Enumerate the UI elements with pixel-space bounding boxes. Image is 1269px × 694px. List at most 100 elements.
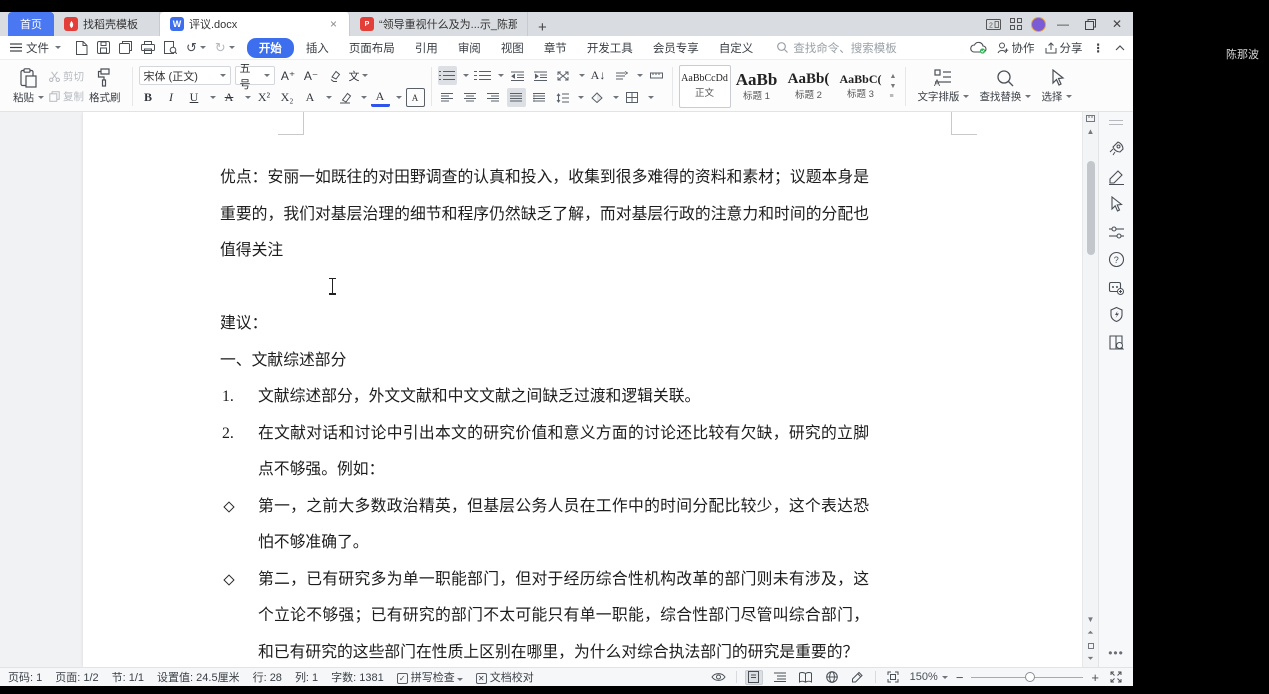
gallery-more-icon[interactable]: ≡ [890,93,897,100]
dictionary-lookup-icon[interactable] [1108,334,1125,351]
restore-button[interactable] [1080,15,1100,33]
status-item[interactable]: 页面: 1/2 [55,669,98,685]
text-layout-button[interactable]: A 文字排版 [912,64,974,109]
sidebar-drag-handle[interactable] [1109,120,1123,125]
collaborate-button[interactable]: 协作 [997,40,1035,56]
shrink-font-button[interactable]: A⁻ [302,66,321,85]
menu-item[interactable]: 开发工具 [579,38,641,58]
status-item[interactable]: 列: 1 [295,669,318,685]
more-menu-icon[interactable]: ⋮ [1093,41,1106,55]
paste-button[interactable]: 粘贴 [8,64,49,109]
tab-document-active[interactable]: W 评议.docx × [160,12,350,36]
scroll-up-icon[interactable]: ▲ [1083,125,1098,138]
text-direction-icon[interactable] [612,66,631,85]
clear-format-icon[interactable] [325,66,344,85]
strikethrough-button[interactable]: A [220,88,239,107]
tab-ruler-icon[interactable] [647,66,666,85]
gallery-up-icon[interactable]: ▲ [890,73,897,80]
style-heading2[interactable]: AaBb( 标题 2 [783,65,835,108]
document-text[interactable]: 优点：安丽一如既往的对田野调查的认真和投入，收集到很多难得的资料和素材；议题本身… [220,160,869,667]
new-tab-button[interactable]: + [528,19,557,36]
shading-icon[interactable] [588,88,607,107]
menu-item[interactable]: 会员专享 [645,38,707,58]
distribute-icon[interactable] [530,88,549,107]
undo-dropdown-icon[interactable] [199,46,206,49]
status-item[interactable]: 页码: 1 [8,669,42,685]
eye-protect-icon[interactable] [710,670,728,685]
vertical-scrollbar[interactable]: ▲ ▼ ⏶ ⏷ [1082,112,1098,667]
numbered-list-button[interactable] [473,66,492,85]
format-painter-button[interactable]: 格式刷 [84,64,126,109]
line-spacing-icon[interactable] [553,88,572,107]
page-view-icon[interactable] [744,669,763,685]
menu-item[interactable]: 视图 [493,38,532,58]
status-item[interactable]: 节: 1/1 [112,669,144,685]
sort-button[interactable]: A↓ [589,66,608,85]
bullet-list-button[interactable] [437,66,457,85]
collapse-ribbon-icon[interactable] [1115,44,1125,51]
close-window-button[interactable]: ✕ [1107,15,1127,33]
spell-check-toggle[interactable]: ✓ 拼写检查 [396,669,463,685]
tab-close-icon[interactable]: × [328,17,339,31]
italic-button[interactable]: I [162,88,181,107]
style-normal[interactable]: AaBbCcDd 正文 [678,65,731,108]
increase-indent-icon[interactable] [531,66,550,85]
status-item[interactable]: 字数: 1381 [331,669,384,685]
next-page-icon[interactable]: ⏷ [1083,652,1098,665]
stamp-badge-icon[interactable] [1108,306,1125,323]
output-icon[interactable] [119,41,132,54]
quick-tools-rocket-icon[interactable] [1108,140,1125,157]
fit-page-icon[interactable] [884,670,902,685]
user-avatar[interactable] [1031,16,1046,32]
redo-dropdown-icon[interactable] [228,46,235,49]
highlight-color-icon[interactable] [336,88,355,107]
find-replace-button[interactable]: 查找替换 [974,64,1036,109]
char-shading-button[interactable]: A [405,88,425,107]
ruler-toggle-icon[interactable] [1083,112,1098,125]
font-name-select[interactable]: 宋体 (正文) [138,66,231,85]
font-color-button[interactable]: A [370,88,390,107]
copy-button[interactable]: 复制 [49,89,84,104]
tab-pdf[interactable]: P “领导重视什么及为...示_陈那波.pdf [350,12,528,36]
share-button[interactable]: 分享 [1045,40,1083,56]
edit-pen-icon[interactable] [1108,168,1125,185]
cut-button[interactable]: 剪切 [49,69,84,84]
browse-object-icon[interactable] [1083,639,1098,652]
text-effects-button[interactable]: A [301,88,320,107]
decrease-indent-icon[interactable] [508,66,527,85]
cloud-sync-icon[interactable] [969,41,987,54]
menu-item[interactable]: 章节 [536,38,575,58]
scroll-down-icon[interactable]: ▼ [1083,613,1098,626]
select-cursor-icon[interactable] [1108,196,1125,213]
menu-item[interactable]: 审阅 [450,38,489,58]
bold-button[interactable]: B [139,88,158,107]
menu-item[interactable]: 自定义 [711,38,762,58]
window-layout-icon[interactable]: 2 [985,17,1001,31]
minimize-button[interactable]: — [1053,15,1073,33]
print-preview-icon[interactable] [164,41,177,54]
zoom-slider[interactable] [971,671,1084,682]
underline-button[interactable]: U [185,88,204,107]
style-heading3[interactable]: AaBbC( 标题 3 [835,65,887,108]
fullscreen-icon[interactable] [1107,670,1125,685]
ai-assistant-icon[interactable] [1108,279,1125,296]
align-left-icon[interactable] [438,88,457,107]
scrollbar-thumb[interactable] [1086,161,1095,255]
menu-item[interactable]: 页面布局 [341,38,403,58]
borders-icon[interactable] [623,88,642,107]
command-search[interactable]: 查找命令、搜索模板 [777,40,897,56]
read-mode-icon[interactable] [797,670,815,685]
zoom-out-button[interactable]: − [956,670,964,685]
save-icon[interactable] [97,41,110,54]
grow-font-button[interactable]: A⁺ [279,66,298,85]
redo-icon[interactable]: ↻ [215,40,226,56]
align-right-icon[interactable] [484,88,503,107]
align-justify-icon[interactable] [506,88,526,107]
asian-layout-icon[interactable] [554,66,573,85]
status-item[interactable]: 设置值: 24.5厘米 [157,669,240,685]
previous-page-icon[interactable]: ⏶ [1083,626,1098,639]
undo-icon[interactable]: ↺ [186,40,197,56]
zoom-slider-handle[interactable] [1025,671,1036,682]
font-size-select[interactable]: 五号 [234,63,275,91]
style-heading1[interactable]: AaBb 标题 1 [731,65,783,108]
